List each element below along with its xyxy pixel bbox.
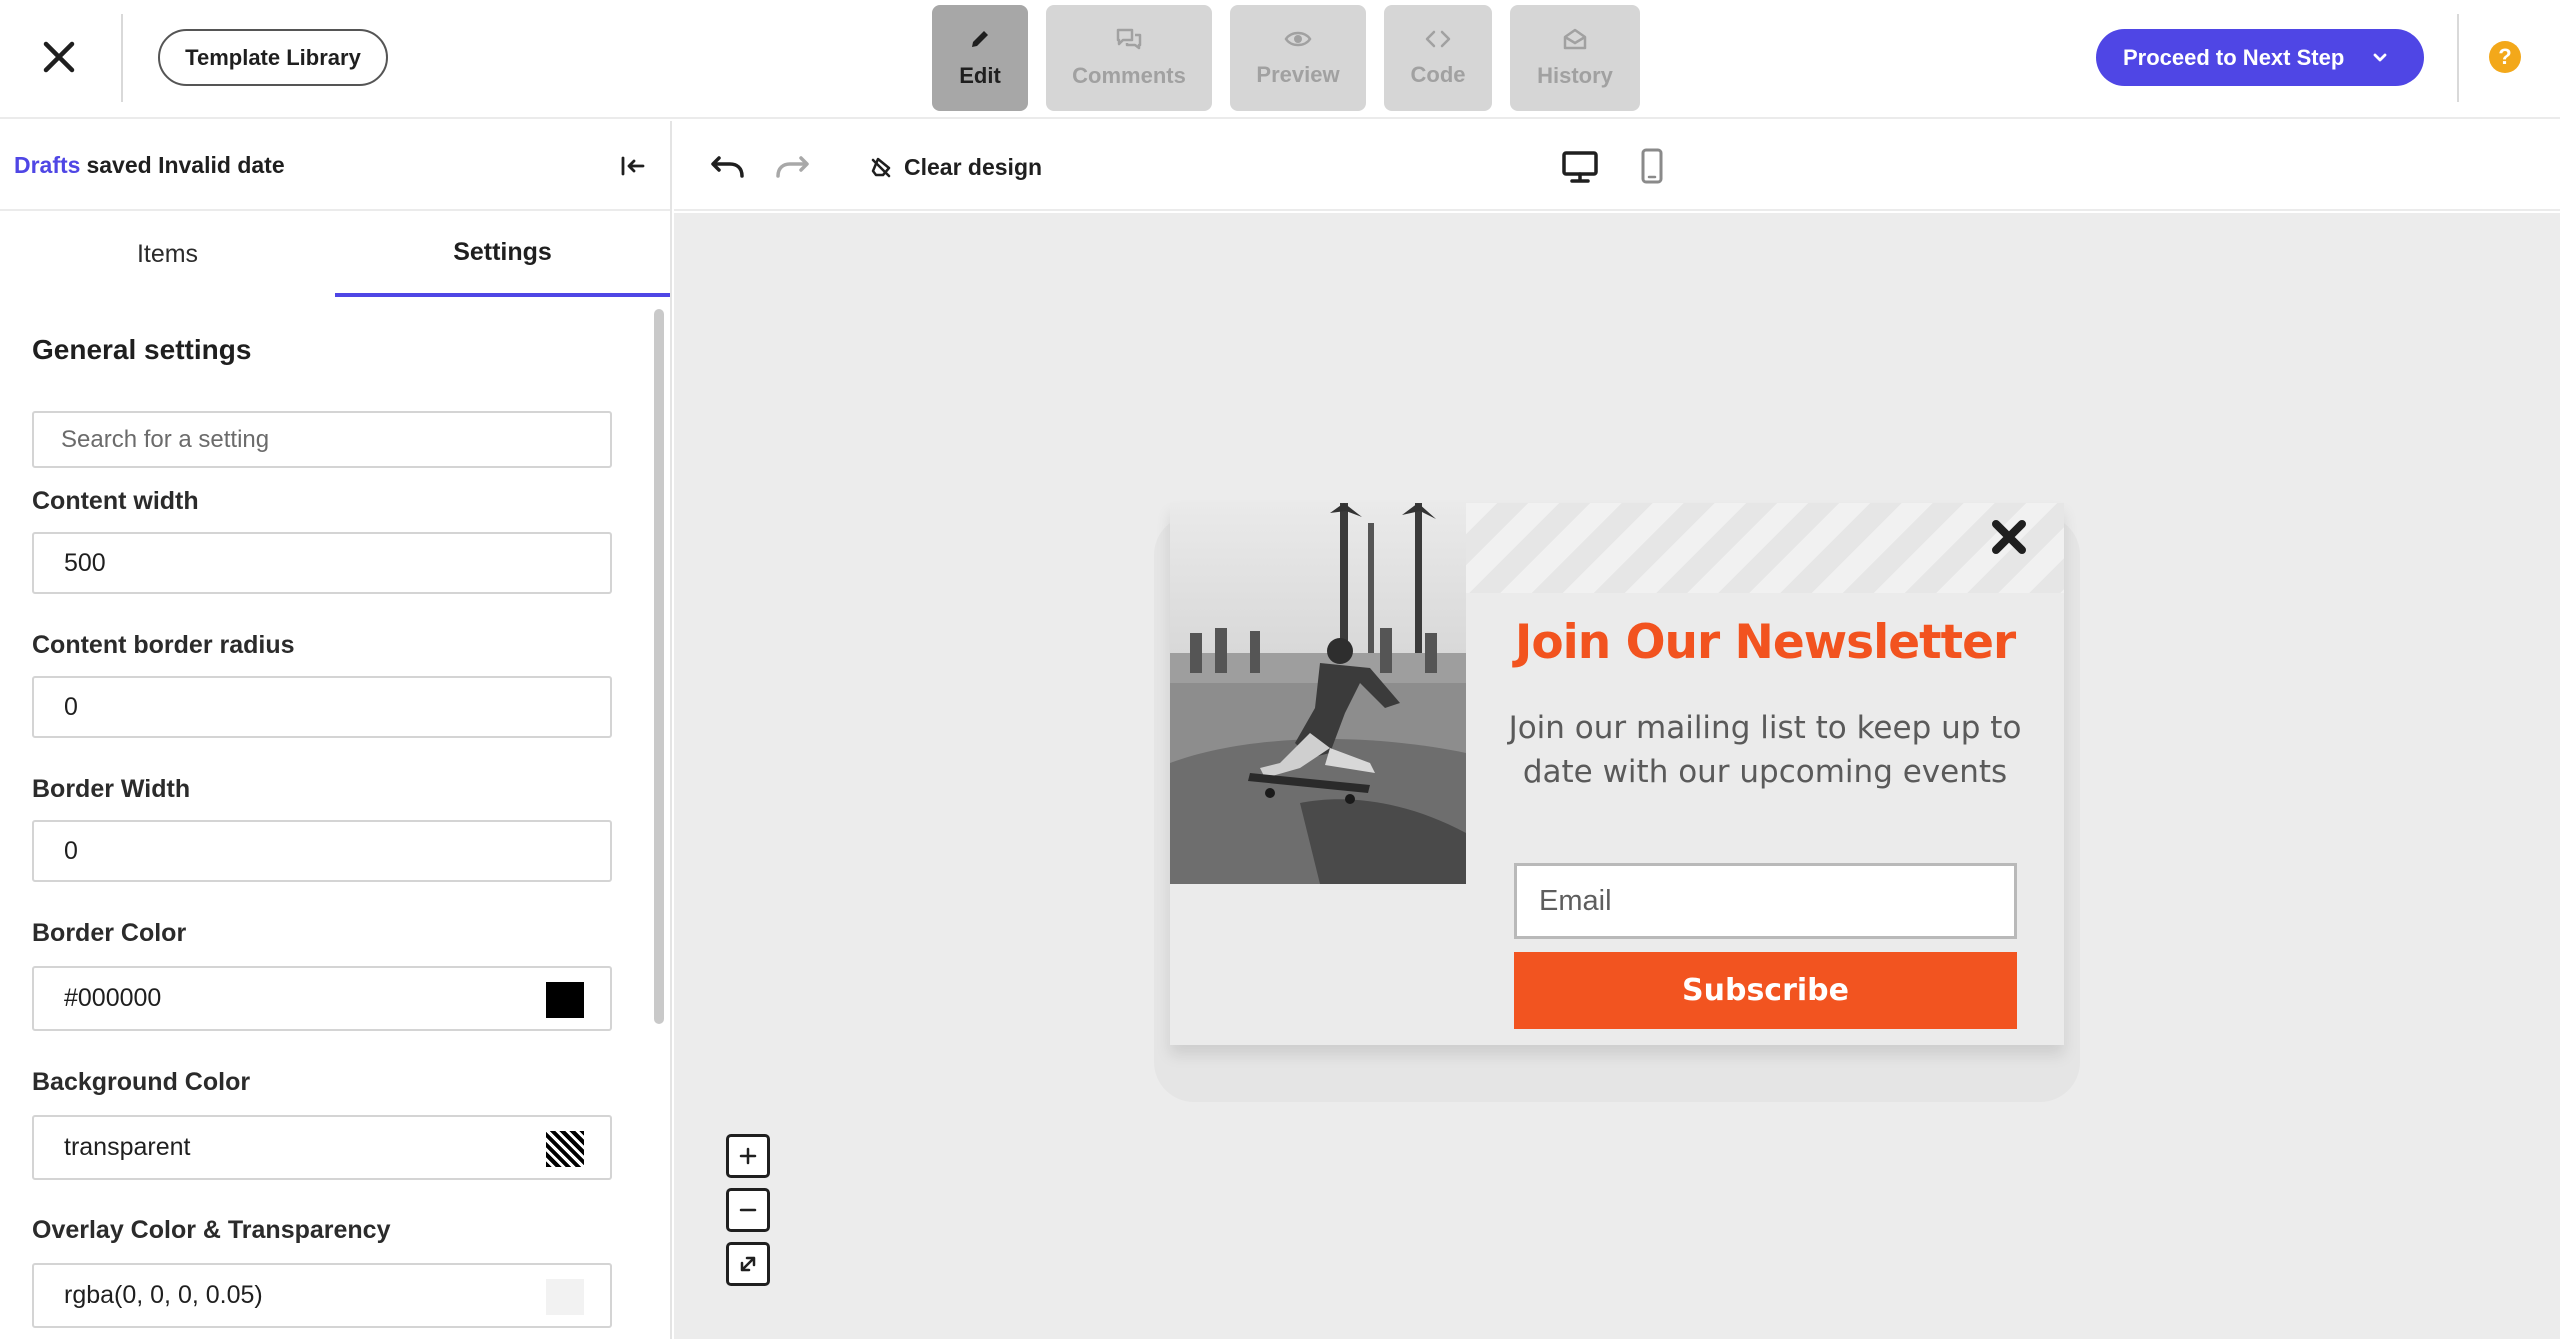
popup-title[interactable]: Join Our Newsletter <box>1466 615 2064 670</box>
tab-edit[interactable]: Edit <box>932 5 1028 111</box>
section-title: General settings <box>32 334 252 365</box>
expand-icon <box>740 1256 756 1272</box>
envelope-open-icon <box>1563 28 1587 50</box>
tab-label: History <box>1537 63 1613 88</box>
overlay-color-input[interactable]: rgba(0, 0, 0, 0.05) <box>32 1263 612 1328</box>
undo-button[interactable] <box>706 147 750 187</box>
overlay-color-swatch[interactable] <box>546 1279 584 1315</box>
border-color-label: Border Color <box>32 919 187 947</box>
background-color-label: Background Color <box>32 1068 251 1096</box>
template-library-button[interactable]: Template Library <box>158 29 388 86</box>
pencil-icon <box>972 31 988 47</box>
desktop-icon <box>1562 151 1598 183</box>
tab-label: Code <box>1410 62 1466 87</box>
zoom-in-button[interactable] <box>726 1134 770 1178</box>
setting-search-input[interactable] <box>32 411 612 468</box>
background-color-value: transparent <box>64 1133 191 1161</box>
divider <box>121 14 123 102</box>
border-color-input[interactable]: #000000 <box>32 966 612 1031</box>
collapse-left-icon <box>621 156 645 176</box>
saved-status-text: saved Invalid date <box>86 151 285 178</box>
overlay-color-label: Overlay Color & Transparency <box>32 1216 391 1244</box>
tab-preview[interactable]: Preview <box>1230 5 1366 111</box>
background-color-input[interactable]: transparent <box>32 1115 612 1180</box>
tab-label: Comments <box>1072 63 1186 88</box>
tab-label: Edit <box>959 63 1001 88</box>
tab-comments[interactable]: Comments <box>1046 5 1212 111</box>
plus-icon <box>739 1147 757 1165</box>
subscribe-button[interactable]: Subscribe <box>1514 952 2017 1029</box>
draft-status: Drafts saved Invalid date <box>0 121 670 211</box>
decorative-stripes <box>1466 503 2064 593</box>
skateboarder-photo[interactable] <box>1170 503 1466 884</box>
redo-button[interactable] <box>770 147 814 187</box>
minus-icon <box>739 1208 757 1212</box>
code-icon <box>1425 30 1451 48</box>
popup-close-button[interactable] <box>1985 513 2033 561</box>
eraser-icon <box>871 157 891 178</box>
mobile-view-button[interactable] <box>1634 144 1670 188</box>
content-border-radius-input[interactable]: 0 <box>32 676 612 738</box>
redo-icon <box>776 156 809 178</box>
tab-history[interactable]: History <box>1510 5 1640 111</box>
panel-tabs: Items Settings <box>0 211 670 297</box>
proceed-label: Proceed to Next Step <box>2123 44 2345 70</box>
clear-design-label: Clear design <box>904 153 1043 180</box>
close-icon <box>1992 520 2026 554</box>
mobile-icon <box>1641 148 1663 184</box>
desktop-view-button[interactable] <box>1558 146 1602 188</box>
scrollbar-thumb[interactable] <box>654 309 664 1024</box>
tab-code[interactable]: Code <box>1384 5 1492 111</box>
tab-items[interactable]: Items <box>0 211 335 297</box>
clear-design-button[interactable]: Clear design <box>870 147 1042 187</box>
close-icon <box>43 41 75 73</box>
top-bar: Template Library Edit Comments Preview C… <box>0 0 2560 119</box>
canvas-toolbar: Clear design <box>674 121 2560 211</box>
content-width-label: Content width <box>32 487 199 515</box>
popup-subtitle[interactable]: Join our mailing list to keep up to date… <box>1506 706 2024 794</box>
border-width-input[interactable]: 0 <box>32 820 612 882</box>
collapse-panel-button[interactable] <box>618 151 648 181</box>
tab-settings[interactable]: Settings <box>335 211 670 297</box>
content-border-radius-label: Content border radius <box>32 631 295 659</box>
tab-label: Preview <box>1256 62 1340 87</box>
divider <box>2457 14 2459 102</box>
help-icon[interactable]: ? <box>2489 41 2521 73</box>
eye-icon <box>1284 31 1312 47</box>
chevron-down-icon <box>2373 53 2387 61</box>
proceed-next-step-button[interactable]: Proceed to Next Step <box>2096 29 2424 86</box>
close-editor-button[interactable] <box>30 28 88 86</box>
fit-to-screen-button[interactable] <box>726 1242 770 1286</box>
zoom-out-button[interactable] <box>726 1188 770 1232</box>
transparent-swatch[interactable] <box>546 1131 584 1167</box>
overlay-color-value: rgba(0, 0, 0, 0.05) <box>64 1281 263 1309</box>
border-width-label: Border Width <box>32 775 191 803</box>
border-color-value: #000000 <box>64 984 162 1012</box>
undo-icon <box>711 156 744 178</box>
newsletter-popup[interactable]: Join Our Newsletter Join our mailing lis… <box>1170 503 2064 1045</box>
drafts-link[interactable]: Drafts <box>14 152 80 179</box>
design-canvas[interactable]: Join Our Newsletter Join our mailing lis… <box>674 213 2560 1339</box>
content-width-input[interactable]: 500 <box>32 532 612 594</box>
email-field[interactable] <box>1514 863 2017 939</box>
border-color-swatch[interactable] <box>546 982 584 1018</box>
comments-icon <box>1116 28 1142 50</box>
